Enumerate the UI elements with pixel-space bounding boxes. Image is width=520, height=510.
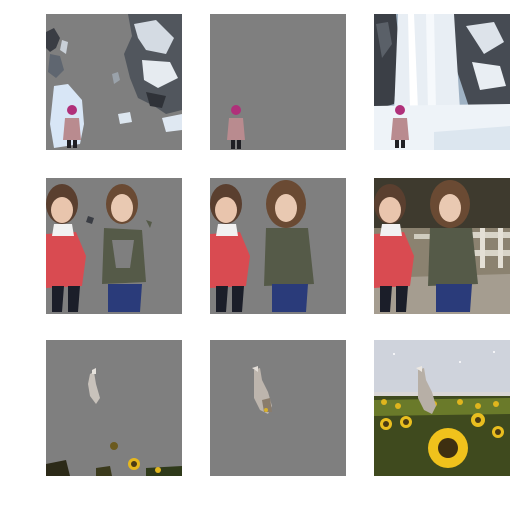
tile-r2-mask-a <box>46 178 182 314</box>
tile-r2-mask-b <box>210 178 346 314</box>
sunflower-mask-a-image <box>46 340 182 476</box>
tile-r1-mask-b <box>210 14 346 150</box>
tile-r3-original <box>374 340 510 476</box>
tile-r3-mask-a <box>46 340 182 476</box>
tile-r2-original <box>374 178 510 314</box>
tile-r3-mask-b <box>210 340 346 476</box>
sunflower-mask-b-image <box>210 340 346 476</box>
sunflower-original-image <box>374 340 510 476</box>
girls-mask-b-image <box>210 178 346 314</box>
tile-r1-mask-a <box>46 14 182 150</box>
waterfall-mask-a-image <box>46 14 182 150</box>
waterfall-mask-b-image <box>210 14 346 150</box>
girls-mask-a-image <box>46 178 182 314</box>
girls-original-image <box>374 178 510 314</box>
tile-r1-original <box>374 14 510 150</box>
waterfall-original-image <box>374 14 510 150</box>
